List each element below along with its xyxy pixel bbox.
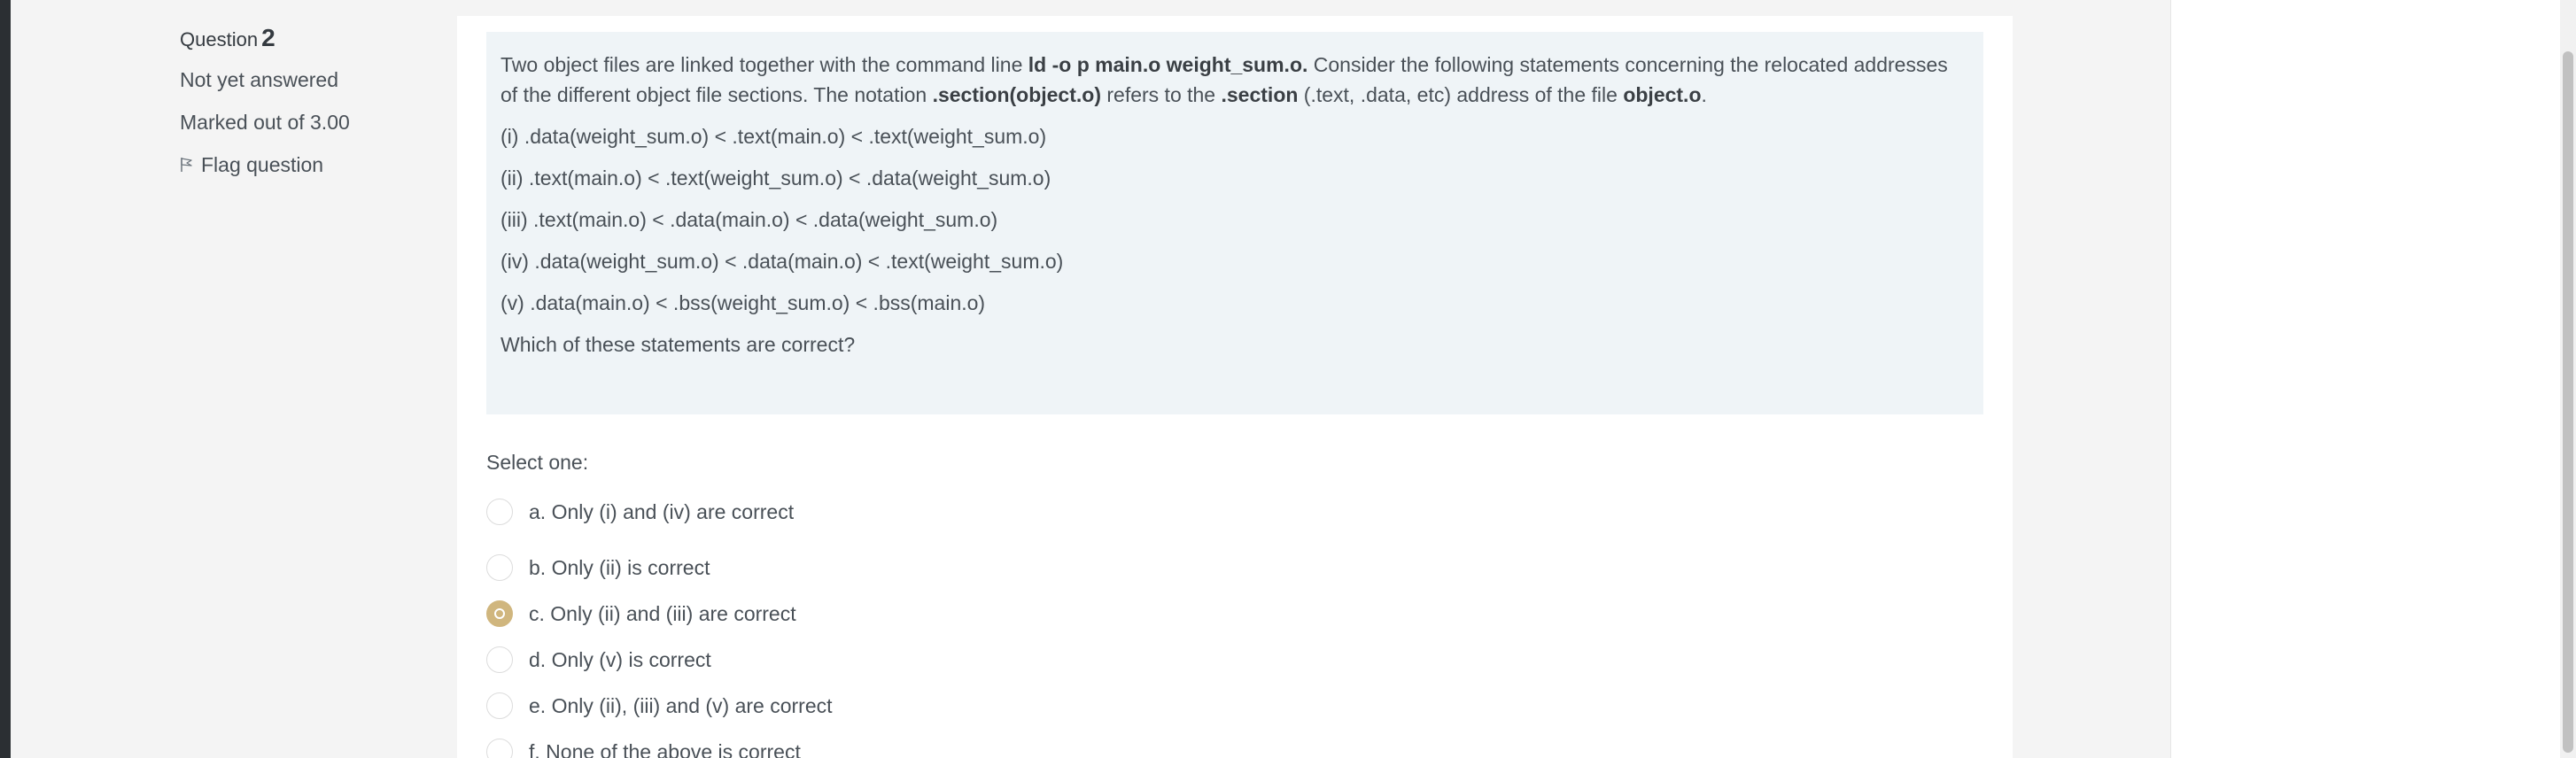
intro-text-5: . [1701,83,1707,106]
intro-text-3: refers to the [1100,83,1222,106]
option-label: f. None of the above is correct [529,739,801,758]
question-prompt: Which of these statements are correct? [500,333,856,356]
intro-section: .section [1221,83,1299,106]
answer-option-b[interactable]: b. Only (ii) is correct [486,552,710,584]
flag-question-label: Flag question [201,153,324,176]
right-gutter [2170,0,2576,758]
scrollbar[interactable] [2560,0,2576,758]
statement: (iv) .data(weight_sum.o) < .data(main.o)… [500,250,1064,273]
scrollbar-thumb[interactable] [2563,51,2573,753]
answer-option-e[interactable]: e. Only (ii), (iii) and (v) are correct [486,690,833,722]
radio-button[interactable] [486,739,513,758]
flag-question-link[interactable]: Flag question [180,152,446,177]
statement: (v) .data(main.o) < .bss(weight_sum.o) <… [500,291,986,314]
flag-icon [181,158,192,172]
question-label: Question [180,28,259,50]
radio-button-selected[interactable] [486,600,513,627]
question-info: Question 2 Not yet answered Marked out of… [180,23,446,177]
answer-option-d[interactable]: d. Only (v) is correct [486,644,711,676]
question-number-value: 2 [261,24,275,51]
option-label: a. Only (i) and (iv) are correct [529,499,795,523]
statement: (i) .data(weight_sum.o) < .text(main.o) … [500,125,1047,148]
statement: (ii) .text(main.o) < .text(weight_sum.o)… [500,166,1051,190]
intro-notation: .section(object.o) [932,83,1101,106]
intro-command: ld -o p main.o weight_sum.o. [1028,53,1308,76]
intro-text-4: (.text, .data, etc) address of the file [1298,83,1624,106]
left-nav-strip [0,0,11,758]
select-one-label: Select one: [486,451,589,474]
intro-text-1: Two object files are linked together wit… [500,53,1028,76]
answer-option-c[interactable]: c. Only (ii) and (iii) are correct [486,598,796,630]
question-marks: Marked out of 3.00 [180,111,350,134]
option-label: e. Only (ii), (iii) and (v) are correct [529,693,833,717]
question-status: Not yet answered [180,68,338,91]
radio-button[interactable] [486,692,513,719]
question-intro: Two object files are linked together wit… [500,50,1969,110]
intro-file: object.o [1623,83,1702,106]
radio-button[interactable] [486,499,513,525]
statement: (iii) .text(main.o) < .data(main.o) < .d… [500,208,998,231]
answer-option-f[interactable]: f. None of the above is correct [486,736,801,758]
answer-option-a[interactable]: a. Only (i) and (iv) are correct [486,496,794,528]
radio-button[interactable] [486,554,513,581]
question-content: Two object files are linked together wit… [457,16,2013,758]
option-label: b. Only (ii) is correct [529,555,710,579]
option-label: d. Only (v) is correct [529,647,711,671]
option-label: c. Only (ii) and (iii) are correct [529,601,796,625]
radio-button[interactable] [486,646,513,673]
question-number: Question 2 [180,23,446,55]
question-text: Two object files are linked together wit… [486,32,1983,414]
